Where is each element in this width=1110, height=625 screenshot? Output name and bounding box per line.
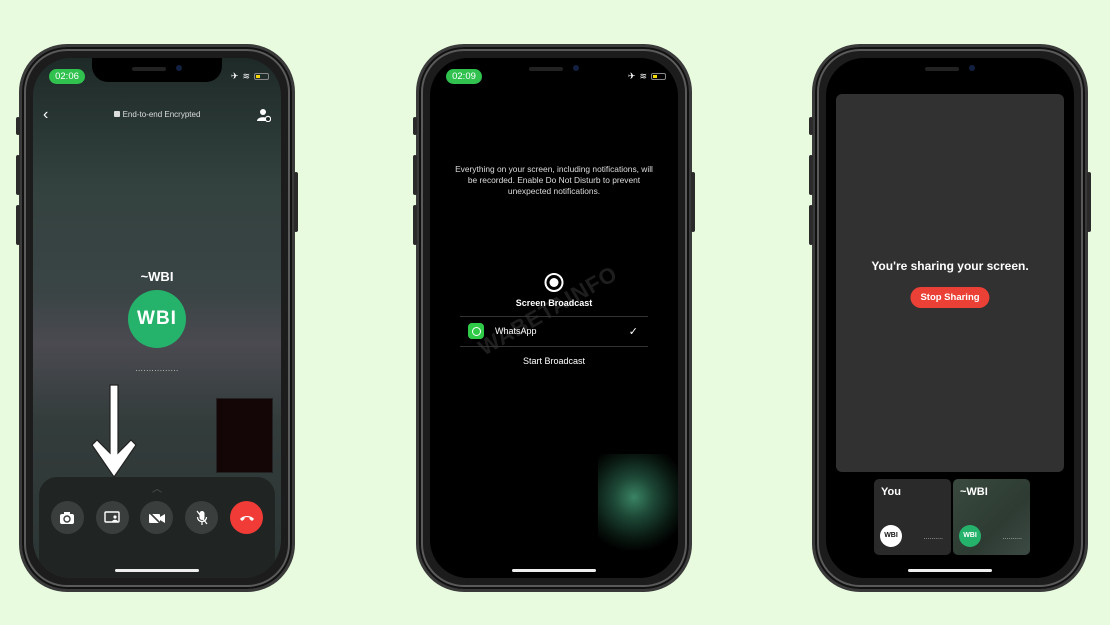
app-label: WhatsApp	[495, 326, 537, 336]
home-indicator	[512, 569, 596, 572]
mic-off-icon	[196, 510, 208, 525]
airplane-icon: ✈	[230, 71, 239, 81]
status-time: 02:06	[49, 69, 85, 84]
participant-name: You	[881, 486, 901, 498]
share-screen-button[interactable]	[95, 501, 129, 534]
call-topbar: ‹ End-to-end Encrypted	[33, 106, 281, 126]
participant-tiles: You WBI .......... ~WBI WBI ..........	[874, 479, 1030, 555]
wifi-icon: ≋	[639, 71, 647, 81]
notch	[92, 58, 222, 82]
participant-tile-self[interactable]: You WBI ..........	[874, 479, 951, 555]
home-indicator	[115, 569, 199, 572]
participant-status: ..........	[1002, 534, 1022, 541]
broadcast-screen: 02:09 ✈ ≋ Everything on your screen, inc…	[430, 58, 678, 578]
participant-avatar: WBI	[959, 525, 981, 547]
sharing-status-text: You're sharing your screen.	[871, 259, 1029, 273]
video-off-icon	[148, 510, 165, 525]
mute-button[interactable]	[185, 501, 219, 534]
battery-icon	[651, 73, 666, 80]
battery-icon	[254, 73, 269, 80]
encryption-label: End-to-end Encrypted	[33, 110, 281, 119]
screen-share-icon	[104, 511, 120, 523]
video-preview-glow	[598, 454, 678, 550]
flip-camera-button[interactable]	[50, 501, 84, 534]
broadcast-warning-text: Everything on your screen, including not…	[455, 164, 653, 196]
stop-sharing-button[interactable]: Stop Sharing	[910, 287, 990, 308]
hang-up-icon	[239, 515, 254, 521]
whatsapp-icon	[468, 323, 484, 339]
participant-status: ..........	[923, 534, 943, 541]
divider	[460, 316, 648, 317]
notch	[885, 58, 1015, 82]
down-arrow-annotation-icon	[91, 384, 137, 479]
divider	[460, 346, 648, 347]
home-indicator	[908, 569, 992, 572]
contact-name: ~WBI	[140, 269, 174, 284]
status-icons: ✈ ≋	[231, 71, 269, 82]
checkmark-icon: ✓	[628, 325, 638, 338]
status-time: 02:09	[446, 69, 482, 84]
camera-flip-icon	[60, 511, 75, 524]
airplane-icon: ✈	[627, 71, 636, 81]
wifi-icon: ≋	[242, 71, 250, 81]
screen-share-panel: You're sharing your screen. Stop Sharing	[836, 94, 1064, 472]
broadcast-app-option-whatsapp[interactable]: WhatsApp ✓	[468, 320, 638, 342]
participant-tile-remote[interactable]: ~WBI WBI ..........	[953, 479, 1030, 555]
lock-icon	[113, 111, 120, 117]
participant-name: ~WBI	[960, 486, 988, 498]
self-video-preview[interactable]	[216, 398, 273, 473]
call-screen: 02:06 ✈ ≋ ‹ End-to-end Encrypted ~WBI WB…	[33, 58, 281, 578]
start-broadcast-button[interactable]: Start Broadcast	[430, 356, 678, 366]
phone-broadcast-screen: 02:09 ✈ ≋ Everything on your screen, inc…	[413, 44, 695, 592]
contact-avatar: WBI	[128, 290, 186, 348]
end-call-button[interactable]	[230, 501, 264, 534]
phone-sharing-screen: You're sharing your screen. Stop Sharing…	[809, 44, 1091, 592]
panel-grabber-icon[interactable]: ︿	[152, 480, 162, 495]
notch	[489, 58, 619, 82]
participant-avatar: WBI	[880, 525, 902, 547]
record-icon	[544, 273, 564, 292]
phone-call-screen: 02:06 ✈ ≋ ‹ End-to-end Encrypted ~WBI WB…	[16, 44, 298, 592]
broadcast-title: Screen Broadcast	[515, 298, 593, 308]
sharing-screen: You're sharing your screen. Stop Sharing…	[826, 58, 1074, 578]
call-controls-panel: ︿	[39, 477, 275, 578]
status-icons: ✈ ≋	[628, 71, 666, 82]
add-participant-icon[interactable]	[257, 108, 271, 122]
call-status: ................	[135, 364, 179, 373]
video-toggle-button[interactable]	[140, 501, 174, 534]
